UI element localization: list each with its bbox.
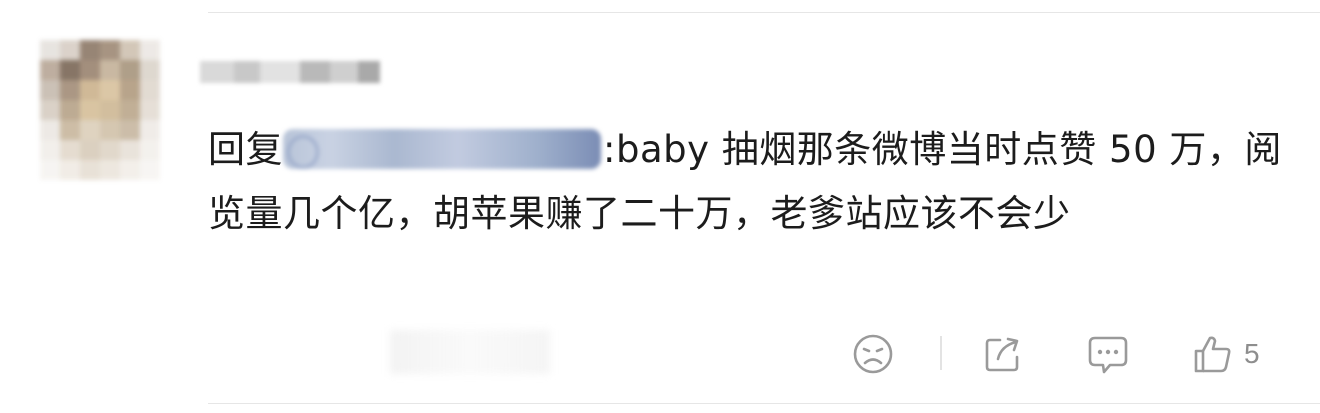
avatar-pixel: [140, 60, 160, 80]
dislike-button[interactable]: [852, 332, 894, 376]
username-blurred[interactable]: [200, 52, 380, 92]
avatar-pixel: [60, 140, 80, 160]
share-button[interactable]: [982, 332, 1024, 376]
avatar-pixel: [140, 120, 160, 140]
avatar-pixel: [80, 140, 100, 160]
avatar-pixel: [100, 80, 120, 100]
avatar-pixel: [40, 140, 60, 160]
avatar-pixel: [80, 120, 100, 140]
avatar-pixel: [120, 120, 140, 140]
comment-text: 回复:baby 抽烟那条微博当时点赞 50 万，阅览量几个亿，胡苹果赚了二十万，…: [208, 118, 1288, 246]
thumbs-up-icon: [1192, 333, 1234, 375]
avatar-pixel: [40, 80, 60, 100]
avatar-pixel: [60, 40, 80, 60]
avatar-pixel: [120, 80, 140, 100]
avatar-pixel: [100, 160, 120, 180]
avatar-pixel: [80, 160, 100, 180]
avatar-pixel: [120, 40, 140, 60]
avatar-pixel: [40, 120, 60, 140]
avatar-pixel: [60, 100, 80, 120]
like-count: 5: [1244, 338, 1260, 369]
avatar-pixel: [100, 60, 120, 80]
avatar-pixel: [40, 40, 60, 60]
comment-icon: [1086, 332, 1130, 376]
avatar-pixel: [100, 120, 120, 140]
like-button[interactable]: 5: [1192, 332, 1260, 376]
avatar-pixel: [40, 60, 60, 80]
comment-button[interactable]: [1086, 332, 1130, 376]
avatar-pixel: [40, 160, 60, 180]
avatar-pixel: [100, 140, 120, 160]
reply-prefix: 回复: [208, 128, 283, 171]
sad-face-icon: [852, 333, 894, 375]
avatar-pixel: [60, 60, 80, 80]
top-divider: [208, 12, 1320, 13]
watermark-blurred: [390, 330, 550, 374]
avatar-pixel: [60, 120, 80, 140]
avatar-pixel: [120, 160, 140, 180]
avatar-pixel: [140, 80, 160, 100]
avatar-pixel: [100, 100, 120, 120]
avatar-pixel: [120, 60, 140, 80]
avatar-pixel: [40, 100, 60, 120]
mention-blurred[interactable]: [283, 128, 601, 169]
avatar-pixel: [120, 100, 140, 120]
avatar-pixel: [60, 160, 80, 180]
avatar-pixel: [140, 40, 160, 60]
avatar-pixel: [80, 40, 100, 60]
avatar-pixel: [100, 40, 120, 60]
avatar-pixel: [60, 80, 80, 100]
avatar-pixel: [80, 100, 100, 120]
avatar-pixel: [80, 60, 100, 80]
action-bar: 5: [852, 332, 1292, 376]
avatar-pixel: [140, 160, 160, 180]
avatar[interactable]: [40, 40, 160, 180]
share-icon: [982, 333, 1024, 375]
avatar-pixel: [80, 80, 100, 100]
avatar-pixel: [120, 140, 140, 160]
avatar-pixel: [140, 100, 160, 120]
bottom-divider: [208, 403, 1320, 404]
action-separator: [940, 336, 942, 370]
avatar-pixel: [140, 140, 160, 160]
